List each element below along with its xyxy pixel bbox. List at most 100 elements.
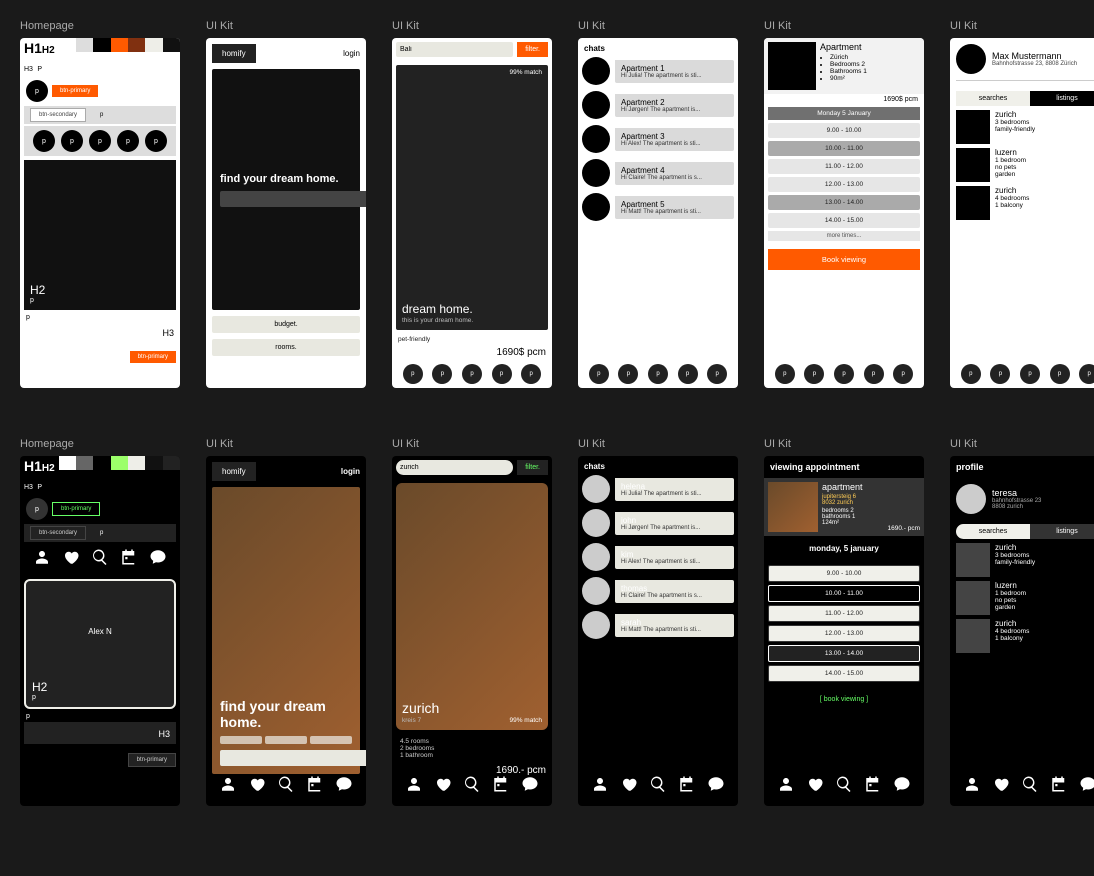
tab-item[interactable]: p bbox=[1079, 364, 1094, 384]
time-slot[interactable]: 11.00 - 12.00 bbox=[768, 159, 920, 174]
time-slot[interactable]: 10.00 - 11.00 bbox=[768, 141, 920, 156]
search-row[interactable]: luzern1 bedroomno petsgarden bbox=[956, 148, 1094, 182]
tab-item[interactable]: p bbox=[589, 364, 609, 384]
person-icon[interactable] bbox=[33, 548, 51, 571]
search-input[interactable] bbox=[220, 191, 366, 207]
heart-icon[interactable] bbox=[62, 548, 80, 571]
search-icon[interactable] bbox=[463, 775, 481, 798]
time-slot[interactable]: 9.00 - 10.00 bbox=[768, 123, 920, 138]
time-slot[interactable]: 13.00 - 14.00 bbox=[768, 645, 920, 662]
tab-item[interactable]: p bbox=[521, 364, 541, 384]
chat-icon[interactable] bbox=[335, 775, 353, 798]
filter-button[interactable]: filter. bbox=[517, 460, 548, 475]
search-row[interactable]: zurich3 bedroomsfamily-friendly bbox=[956, 110, 1094, 144]
tab-item[interactable]: p bbox=[492, 364, 512, 384]
person-icon[interactable] bbox=[777, 775, 795, 798]
chat-row[interactable]: kimHi Alex! The apartment is sti... bbox=[582, 543, 734, 571]
book-viewing-button[interactable]: Book viewing bbox=[768, 249, 920, 270]
tab-item[interactable]: p bbox=[864, 364, 884, 384]
btn-primary-sample[interactable]: btn-primary bbox=[52, 85, 98, 97]
location-input[interactable] bbox=[396, 42, 513, 57]
heart-icon[interactable] bbox=[620, 775, 638, 798]
tab-item[interactable]: p bbox=[648, 364, 668, 384]
chat-row[interactable]: thomasHi Claire! The apartment is s... bbox=[582, 577, 734, 605]
chat-row[interactable]: johnHi Jørgen! The apartment is... bbox=[582, 509, 734, 537]
btn-primary-bottom[interactable]: btn-primary bbox=[130, 351, 176, 363]
book-viewing-button[interactable]: [ book viewing ] bbox=[768, 690, 920, 709]
calendar-icon[interactable] bbox=[1050, 775, 1068, 798]
btn-secondary-sample[interactable]: btn-secondary bbox=[30, 526, 86, 540]
login-link[interactable]: login bbox=[341, 467, 360, 476]
filter-button[interactable]: filter. bbox=[517, 42, 548, 57]
search-row[interactable]: luzern1 bedroomno petsgarden bbox=[956, 581, 1094, 615]
tab-item[interactable]: p bbox=[804, 364, 824, 384]
tab-item[interactable]: p bbox=[462, 364, 482, 384]
chat-icon[interactable] bbox=[521, 775, 539, 798]
search-icon[interactable] bbox=[91, 548, 109, 571]
time-slot[interactable]: 14.00 - 15.00 bbox=[768, 213, 920, 228]
chat-row[interactable]: helenaHi Julia! The apartment is sti... bbox=[582, 475, 734, 503]
heart-icon[interactable] bbox=[806, 775, 824, 798]
chat-icon[interactable] bbox=[707, 775, 725, 798]
chat-row[interactable]: Apartment 4Hi Claire! The apartment is s… bbox=[582, 159, 734, 187]
chat-row[interactable]: Apartment 3Hi Alex! The apartment is sti… bbox=[582, 125, 734, 153]
chat-row[interactable]: Apartment 5Hi Matt! The apartment is sti… bbox=[582, 193, 734, 221]
search-row[interactable]: zurich4 bedrooms1 balcony bbox=[956, 619, 1094, 653]
heart-icon[interactable] bbox=[434, 775, 452, 798]
chat-row[interactable]: sarahHi Matt! The apartment is sti... bbox=[582, 611, 734, 639]
tab-item[interactable]: p bbox=[403, 364, 423, 384]
search-icon[interactable] bbox=[277, 775, 295, 798]
search-row[interactable]: zurich4 bedrooms1 balcony bbox=[956, 186, 1094, 220]
search-icon[interactable] bbox=[649, 775, 667, 798]
tab-item[interactable]: p bbox=[618, 364, 638, 384]
calendar-icon[interactable] bbox=[678, 775, 696, 798]
time-slot[interactable]: 11.00 - 12.00 bbox=[768, 605, 920, 622]
chat-icon[interactable] bbox=[149, 548, 167, 571]
chat-row[interactable]: Apartment 2Hi Jørgen! The apartment is..… bbox=[582, 91, 734, 119]
person-icon[interactable] bbox=[591, 775, 609, 798]
tab-item[interactable]: p bbox=[990, 364, 1010, 384]
tab-listings[interactable]: listings bbox=[1030, 524, 1094, 539]
search-input[interactable] bbox=[220, 750, 366, 766]
tab-item[interactable]: p bbox=[893, 364, 913, 384]
tab-item[interactable]: p bbox=[1050, 364, 1070, 384]
listing-card[interactable]: 99% match dream home. this is your dream… bbox=[396, 65, 548, 330]
calendar-icon[interactable] bbox=[120, 548, 138, 571]
time-slot[interactable]: 13.00 - 14.00 bbox=[768, 195, 920, 210]
time-slot[interactable]: 12.00 - 13.00 bbox=[768, 625, 920, 642]
tab-searches[interactable]: searches bbox=[956, 91, 1030, 106]
location-input[interactable] bbox=[396, 460, 513, 475]
person-icon[interactable] bbox=[405, 775, 423, 798]
more-times[interactable]: more times... bbox=[768, 231, 920, 241]
person-icon[interactable] bbox=[963, 775, 981, 798]
rooms-button[interactable]: rooms. bbox=[212, 339, 360, 356]
heart-icon[interactable] bbox=[992, 775, 1010, 798]
chat-icon[interactable] bbox=[893, 775, 911, 798]
tab-item[interactable]: p bbox=[432, 364, 452, 384]
search-icon[interactable] bbox=[835, 775, 853, 798]
login-link[interactable]: login bbox=[343, 49, 360, 58]
time-slot[interactable]: 12.00 - 13.00 bbox=[768, 177, 920, 192]
brand-button[interactable]: homify bbox=[212, 44, 256, 63]
chat-icon[interactable] bbox=[1079, 775, 1094, 798]
tab-item[interactable]: p bbox=[834, 364, 854, 384]
budget-button[interactable]: budget. bbox=[212, 316, 360, 333]
chat-row[interactable]: Apartment 1Hi Julia! The apartment is st… bbox=[582, 57, 734, 85]
tab-item[interactable]: p bbox=[707, 364, 727, 384]
time-slot[interactable]: 10.00 - 11.00 bbox=[768, 585, 920, 602]
btn-primary-bottom[interactable]: btn-primary bbox=[128, 753, 176, 767]
person-icon[interactable] bbox=[219, 775, 237, 798]
tab-item[interactable]: p bbox=[678, 364, 698, 384]
search-row[interactable]: zurich3 bedroomsfamily-friendly bbox=[956, 543, 1094, 577]
tab-listings[interactable]: listings bbox=[1030, 91, 1094, 106]
heart-icon[interactable] bbox=[248, 775, 266, 798]
tab-item[interactable]: p bbox=[775, 364, 795, 384]
listing-card[interactable]: zurich kreis 7 99% match bbox=[396, 483, 548, 730]
calendar-icon[interactable] bbox=[306, 775, 324, 798]
time-slot[interactable]: 14.00 - 15.00 bbox=[768, 665, 920, 682]
btn-primary-sample[interactable]: btn-primary bbox=[52, 502, 100, 516]
brand-button[interactable]: homify bbox=[212, 462, 256, 481]
calendar-icon[interactable] bbox=[492, 775, 510, 798]
search-icon[interactable] bbox=[1021, 775, 1039, 798]
calendar-icon[interactable] bbox=[864, 775, 882, 798]
